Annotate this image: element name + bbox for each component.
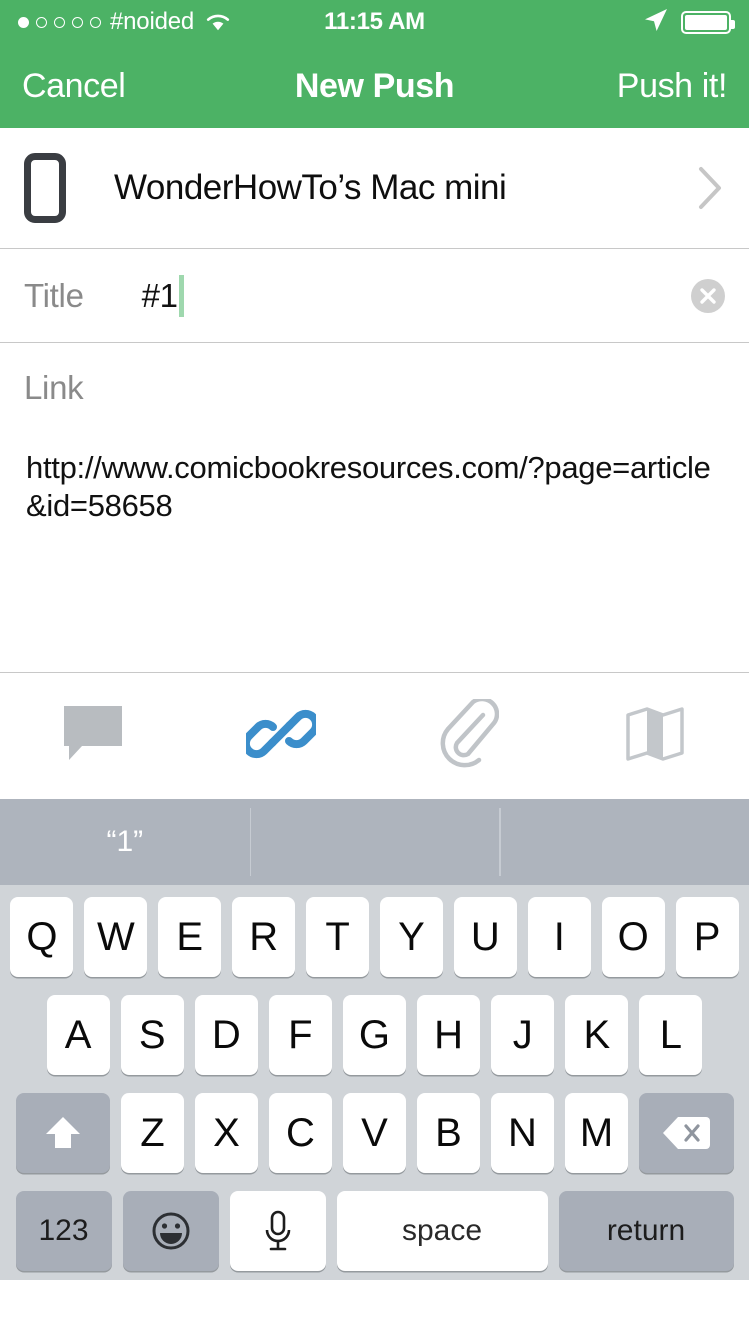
key-m[interactable]: M — [565, 1093, 628, 1173]
keyboard-row-3: Z X C V B N M — [5, 1093, 744, 1173]
address-type-button[interactable] — [562, 673, 749, 799]
key-t[interactable]: T — [306, 897, 369, 977]
text-cursor — [178, 274, 184, 317]
key-k[interactable]: K — [565, 995, 629, 1075]
emoji-key[interactable] — [122, 1191, 219, 1271]
space-key[interactable]: space — [336, 1191, 548, 1271]
cancel-button[interactable]: Cancel — [22, 67, 126, 106]
keyboard-row-1: Q W E R T Y U I O P — [5, 897, 744, 977]
link-field-section[interactable]: Link http://www.comicbookresources.com/?… — [0, 343, 749, 673]
map-icon — [624, 701, 686, 772]
link-input-value[interactable]: http://www.comicbookresources.com/?page=… — [24, 449, 725, 526]
note-bubble-icon — [61, 703, 127, 770]
link-chain-icon — [241, 699, 320, 774]
backspace-delete-icon — [663, 1117, 711, 1149]
key-j[interactable]: J — [491, 995, 555, 1075]
status-bar-left: #noided — [18, 8, 231, 36]
key-x[interactable]: X — [195, 1093, 258, 1173]
chevron-right-icon — [697, 165, 725, 211]
file-type-button[interactable] — [375, 673, 562, 799]
app-screen: #noided 11:15 AM Cancel New Push Push it… — [0, 0, 749, 1334]
key-p[interactable]: P — [675, 897, 739, 977]
key-i[interactable]: I — [527, 897, 591, 977]
key-n[interactable]: N — [491, 1093, 554, 1173]
keyboard-rows: Q W E R T Y U I O P A S D F G H J K L Z … — [0, 885, 749, 1280]
key-h[interactable]: H — [417, 995, 481, 1075]
shift-key[interactable] — [15, 1093, 110, 1173]
key-e[interactable]: E — [158, 897, 222, 977]
key-b[interactable]: B — [417, 1093, 480, 1173]
paperclip-icon — [437, 696, 500, 774]
title-input-value: #1 — [141, 276, 178, 314]
emoji-smiley-icon — [152, 1212, 189, 1250]
signal-dot-4 — [72, 16, 83, 28]
key-z[interactable]: Z — [121, 1093, 184, 1173]
note-type-button[interactable] — [0, 673, 187, 799]
key-o[interactable]: O — [601, 897, 665, 977]
key-u[interactable]: U — [453, 897, 517, 977]
numbers-key[interactable]: 123 — [15, 1191, 112, 1271]
push-type-toolbar — [0, 673, 749, 799]
carrier-label: #noided — [110, 8, 195, 35]
keyboard: “1” Q W E R T Y U I O P A S D F G H J K … — [0, 799, 749, 1280]
shift-arrow-icon — [45, 1117, 80, 1148]
key-q[interactable]: Q — [10, 897, 74, 977]
key-w[interactable]: W — [84, 897, 148, 977]
key-a[interactable]: A — [46, 995, 110, 1075]
backspace-key[interactable] — [639, 1093, 734, 1173]
keyboard-row-4: 123 space return — [5, 1191, 744, 1271]
status-bar-right — [643, 7, 735, 38]
title-field-row[interactable]: Title #1 — [0, 249, 749, 343]
key-v[interactable]: V — [343, 1093, 406, 1173]
key-r[interactable]: R — [232, 897, 296, 977]
navigation-bar: Cancel New Push Push it! — [0, 44, 749, 128]
key-l[interactable]: L — [639, 995, 703, 1075]
suggestion-2[interactable] — [249, 799, 500, 885]
autocorrect-suggestion-bar: “1” — [0, 799, 749, 885]
return-key[interactable]: return — [558, 1191, 734, 1271]
signal-dot-1 — [18, 16, 29, 28]
key-c[interactable]: C — [269, 1093, 332, 1173]
device-selector-row[interactable]: WonderHowTo’s Mac mini — [0, 128, 749, 249]
signal-dot-3 — [54, 16, 65, 28]
key-g[interactable]: G — [342, 995, 407, 1075]
suggestion-3[interactable] — [499, 799, 749, 885]
key-f[interactable]: F — [268, 995, 332, 1075]
suggestion-1[interactable]: “1” — [0, 799, 250, 885]
microphone-icon — [265, 1210, 290, 1251]
keyboard-row-2: A S D F G H J K L — [5, 995, 744, 1075]
title-input[interactable]: #1 — [141, 274, 691, 317]
key-y[interactable]: Y — [380, 897, 443, 977]
key-d[interactable]: D — [194, 995, 258, 1075]
key-s[interactable]: S — [120, 995, 184, 1075]
device-name-label: WonderHowTo’s Mac mini — [114, 168, 507, 207]
dictation-key[interactable] — [229, 1191, 326, 1271]
location-arrow-icon — [643, 7, 669, 38]
link-label: Link — [24, 369, 84, 406]
battery-full-icon — [681, 10, 735, 34]
signal-strength-dots — [18, 16, 101, 28]
status-bar: #noided 11:15 AM — [0, 0, 749, 44]
phone-device-icon — [24, 153, 66, 223]
signal-dot-5 — [90, 16, 101, 28]
title-label: Title — [24, 276, 84, 314]
push-it-button[interactable]: Push it! — [617, 67, 728, 106]
wifi-icon — [205, 13, 231, 32]
link-type-button[interactable] — [187, 673, 374, 799]
signal-dot-2 — [36, 16, 47, 28]
clear-title-button[interactable] — [691, 278, 725, 313]
